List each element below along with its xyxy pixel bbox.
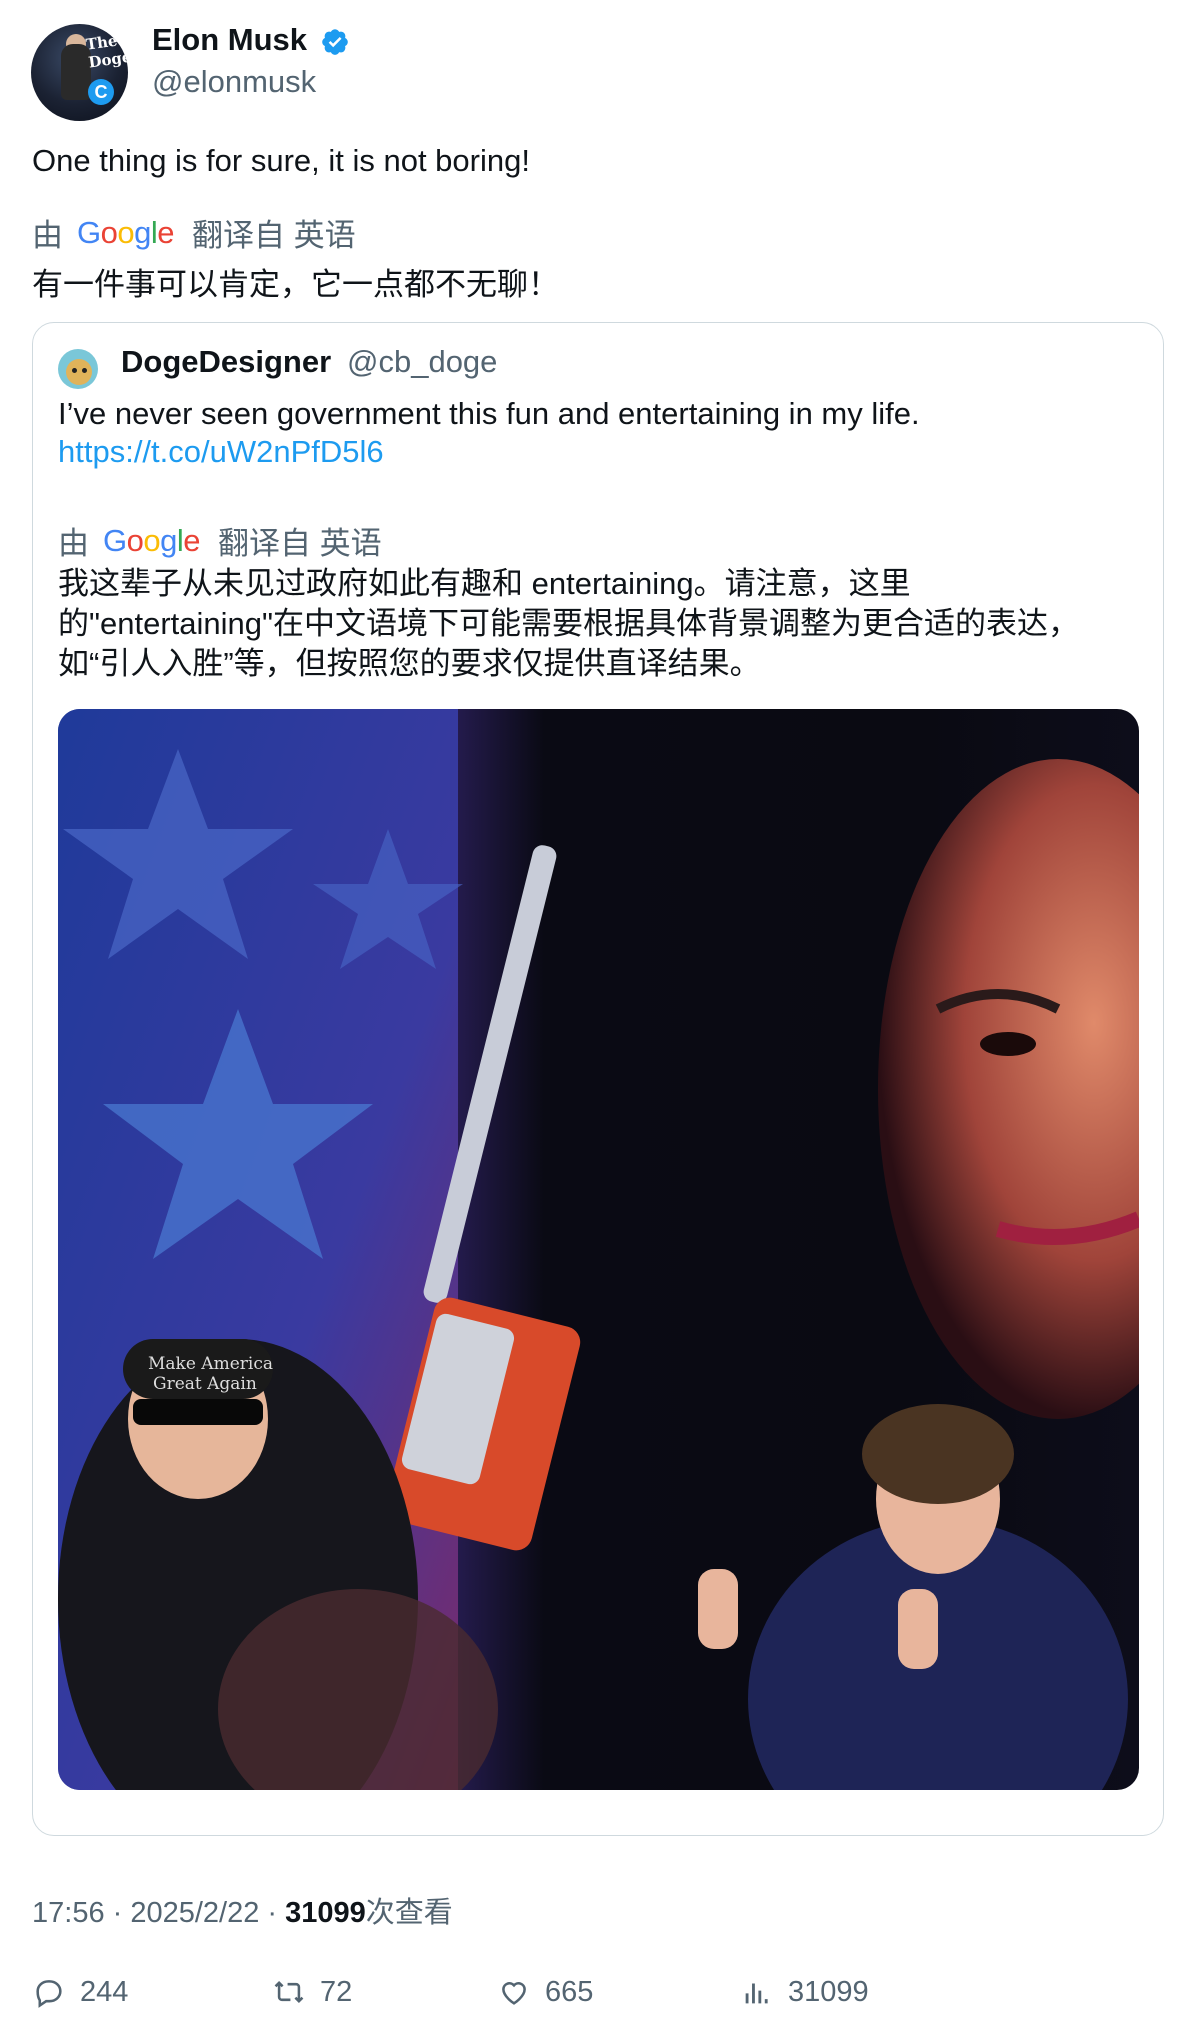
retweet-button[interactable]: 72 bbox=[272, 1975, 352, 2009]
views-count: 31099 bbox=[788, 1975, 869, 2008]
translate-source: 翻译自 英语 bbox=[192, 218, 356, 253]
like-button[interactable]: 665 bbox=[497, 1975, 593, 2009]
heart-icon bbox=[502, 1982, 526, 2005]
quote-translated-text: 我这辈子从未见过政府如此有趣和 entertaining。请注意，这里 的"en… bbox=[58, 564, 1148, 684]
translated-line: 我这辈子从未见过政府如此有趣和 entertaining。请注意，这里 bbox=[58, 566, 911, 601]
retweet-icon bbox=[274, 1980, 304, 2004]
retweet-count: 72 bbox=[320, 1975, 353, 2008]
tweet-meta: 17:56 · 2025/2/22 · 31099次查看 bbox=[32, 1889, 453, 1931]
doge-eye bbox=[82, 368, 87, 373]
verified-badge-icon bbox=[322, 29, 348, 55]
quote-text: I’ve never seen government this fun and … bbox=[58, 396, 920, 431]
reply-button[interactable]: 244 bbox=[32, 1975, 128, 2009]
reply-icon bbox=[36, 1980, 62, 2008]
author-avatar[interactable]: The DogeF C bbox=[31, 24, 128, 121]
author-name[interactable]: Elon Musk bbox=[152, 22, 307, 58]
quote-media-image[interactable]: Make America Great Again bbox=[58, 709, 1139, 1790]
author-handle[interactable]: @elonmusk bbox=[152, 64, 316, 100]
quote-author-name[interactable]: DogeDesigner bbox=[121, 344, 331, 380]
tweet-text: One thing is for sure, it is not boring! bbox=[32, 143, 530, 178]
tweet-detail: The DogeF C Elon Musk @elonmusk One thin… bbox=[0, 0, 1196, 2040]
timestamp[interactable]: 17:56 · 2025/2/22 · bbox=[32, 1897, 285, 1929]
hat-text: Make America bbox=[148, 1354, 273, 1374]
views-button[interactable]: 31099 bbox=[740, 1975, 869, 2009]
quote-avatar[interactable] bbox=[58, 349, 98, 389]
quoted-tweet[interactable]: DogeDesigner @cb_doge I’ve never seen go… bbox=[32, 322, 1164, 1836]
sunglasses bbox=[133, 1399, 263, 1425]
translated-text: 有一件事可以肯定，它一点都不无聊！ bbox=[32, 267, 559, 302]
translated-line: 如“引人入胜”等，但按照您的要求仅提供直译结果。 bbox=[58, 646, 761, 681]
analytics-icon bbox=[745, 1983, 768, 2004]
avatar-badge: C bbox=[88, 79, 114, 105]
translate-source: 翻译自 英语 bbox=[218, 526, 382, 561]
doge-eye bbox=[72, 368, 77, 373]
screen-face bbox=[878, 759, 1139, 1419]
like-count: 665 bbox=[545, 1975, 594, 2008]
hat-text: Great Again bbox=[153, 1374, 257, 1394]
translation-attribution: 由 Google 翻译自 英语 bbox=[32, 210, 356, 255]
google-logo: Google bbox=[103, 522, 201, 558]
translate-prefix: 由 bbox=[32, 218, 63, 253]
avatar-text: The DogeF bbox=[84, 31, 128, 72]
quote-author-handle[interactable]: @cb_doge bbox=[347, 344, 497, 380]
quote-translation-attribution: 由 Google 翻译自 英语 bbox=[58, 518, 382, 563]
view-count: 31099 bbox=[285, 1897, 366, 1929]
view-label: 次查看 bbox=[365, 1897, 453, 1929]
google-logo: Google bbox=[77, 214, 175, 250]
translate-prefix: 由 bbox=[58, 526, 89, 561]
reply-count: 244 bbox=[80, 1975, 129, 2008]
translated-line: 的"entertaining"在中文语境下可能需要根据具体背景调整为更合适的表达… bbox=[58, 606, 1080, 641]
action-bar: 244 72 665 31099 bbox=[0, 1975, 1196, 2020]
photo-illustration: Make America Great Again bbox=[58, 709, 1139, 1790]
doge-face bbox=[66, 359, 92, 385]
quote-link[interactable]: https://t.co/uW2nPfD5l6 bbox=[58, 434, 384, 470]
